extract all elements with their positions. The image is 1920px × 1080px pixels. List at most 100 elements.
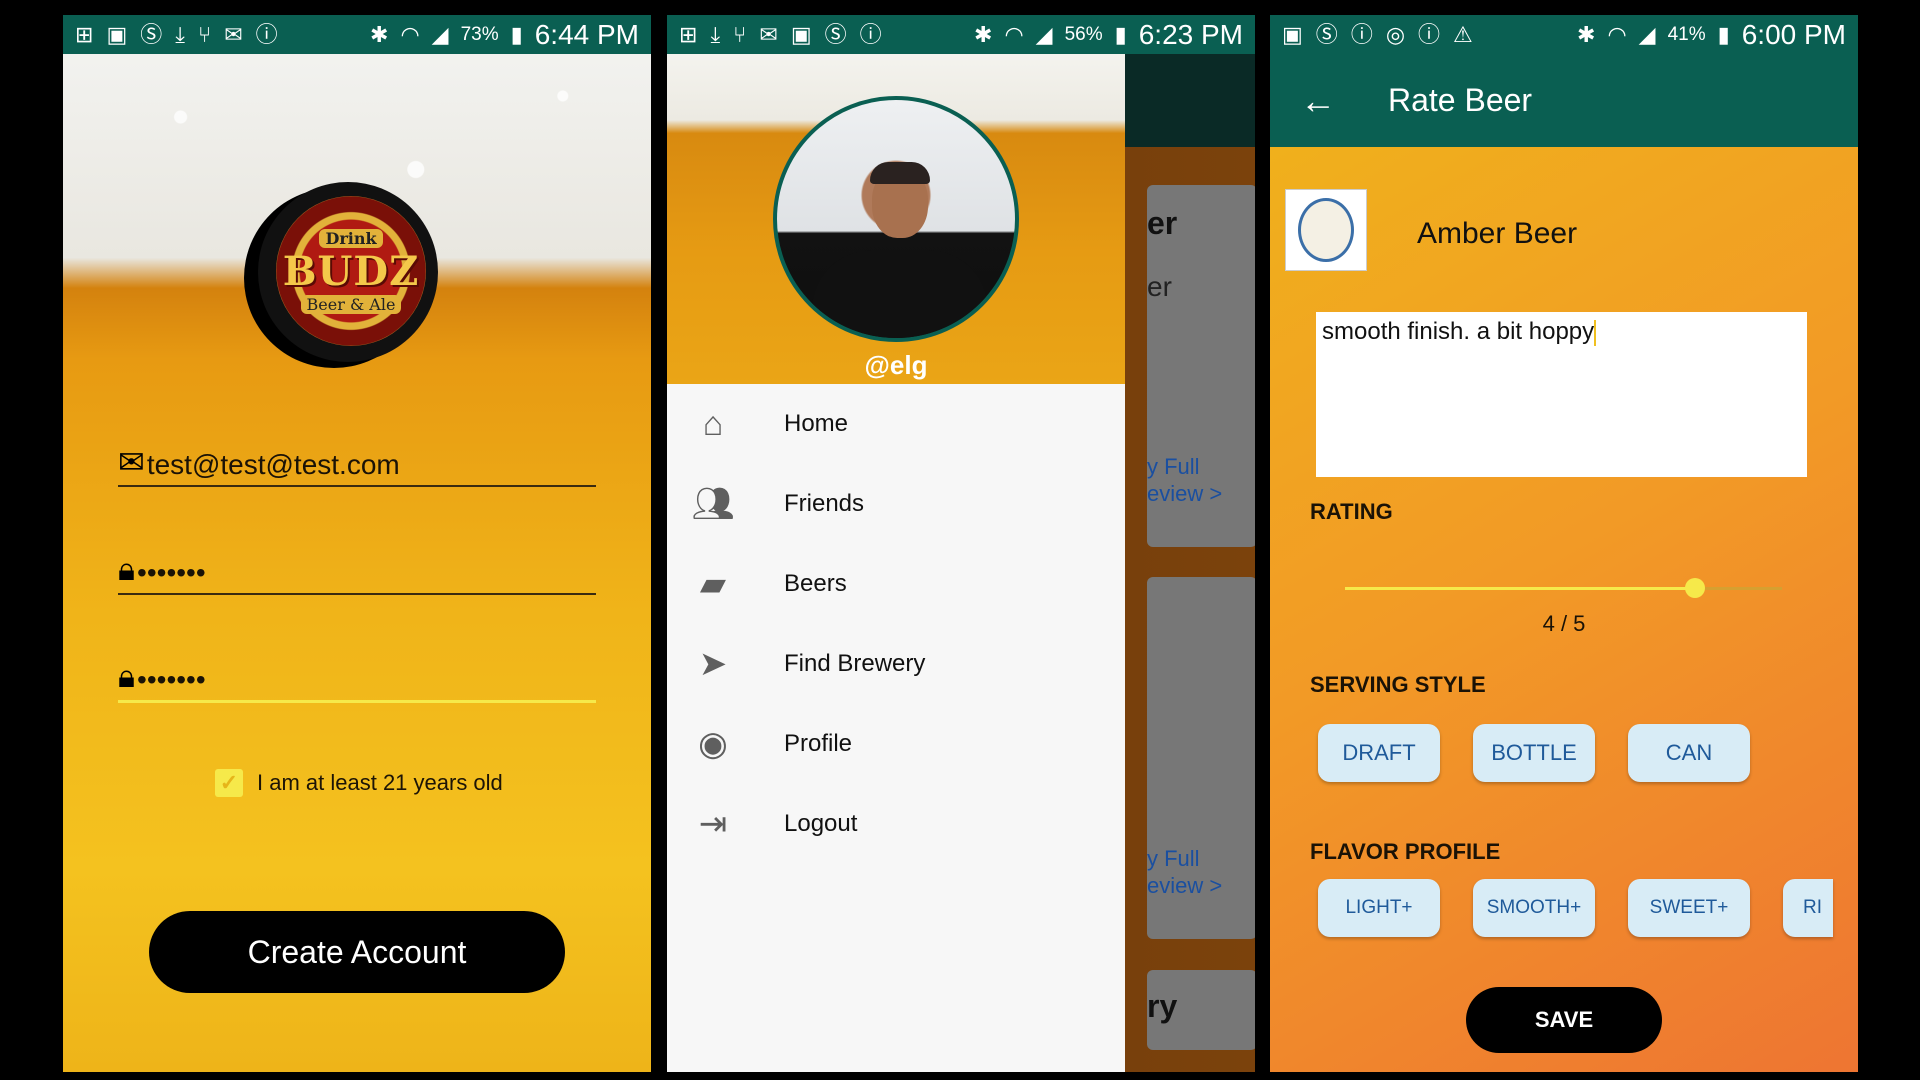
drawer-header: @elg [667, 54, 1125, 384]
card-title-fragment: ry [1147, 988, 1178, 1024]
download-icon: ⤓ [175, 21, 185, 47]
usb-icon: ⑂ [733, 21, 747, 47]
serving-option-can[interactable]: CAN [1628, 724, 1750, 782]
serving-option-draft[interactable]: DRAFT [1318, 724, 1440, 782]
email-value: test@test@test.com [146, 449, 400, 480]
beers-icon: ▰ [699, 565, 727, 603]
download-icon: ⤓ [710, 21, 721, 47]
signup-screen: ⊞ ▣ Ⓢ ⤓ ⑂ ✉ ⓘ ✱ ◠ ◢ 73% ▮ 6:44 PM Drink … [63, 15, 651, 1072]
bluetooth-icon: ✱ [1577, 21, 1596, 47]
image-icon: ▣ [1282, 21, 1303, 47]
text-cursor [1594, 319, 1597, 346]
rate-beer-screen: ▣ Ⓢ ⓘ ◎ ⓘ ⚠ ✱ ◠ ◢ 41% ▮ 6:00 PM ← Rate B… [1270, 15, 1858, 1072]
status-bar: ⊞ ⤓ ⑂ ✉ ▣ Ⓢ ⓘ ✱ ◠ ◢ 56% ▮ 6:23 PM [667, 15, 1255, 54]
mail-icon: ✉ [759, 21, 778, 47]
logout-icon: ⇥ [698, 805, 728, 843]
menu-item-profile[interactable]: ◉ Profile [667, 704, 1125, 784]
system-icons: ✱ ◠ ◢ 56% ▮ 6:23 PM [974, 19, 1243, 51]
rating-slider[interactable] [1345, 578, 1782, 598]
back-arrow-icon[interactable]: ← [1300, 80, 1336, 122]
battery-charging-icon: ▮ [1114, 21, 1127, 47]
beer-name: Amber Beer [1417, 217, 1578, 250]
add-notification-icon: ⊞ [75, 21, 94, 47]
underlying-card: ry [1147, 970, 1255, 1050]
logo-sub-text: Beer & Ale [300, 294, 402, 314]
confirm-password-value: ••••••• [137, 664, 206, 695]
rating-label: RATING [1310, 499, 1393, 524]
profile-icon: ◉ [698, 725, 728, 763]
lock-icon: 🔒︎ [118, 658, 136, 694]
bluetooth-icon: ✱ [974, 21, 993, 47]
menu-item-label: Find Brewery [784, 650, 926, 677]
page-title: Rate Beer [1388, 82, 1533, 118]
password-field[interactable]: 🔒︎ ••••••• [118, 549, 596, 595]
underlying-card: er er y Full eview > [1147, 185, 1255, 547]
rating-value: 4 / 5 [1542, 611, 1586, 636]
battery-percent: 56% [1064, 23, 1103, 45]
menu-item-friends[interactable]: 👥︎ Friends [667, 464, 1125, 544]
underlying-app-bar [1125, 54, 1255, 147]
app-s-icon: Ⓢ [1315, 21, 1338, 47]
lock-icon: 🔒︎ [118, 551, 136, 587]
confirm-password-field[interactable]: 🔒︎ ••••••• [118, 657, 596, 703]
logo-badge: Drink BUDZ Beer & Ale [276, 196, 426, 346]
password-value: ••••••• [137, 557, 206, 588]
flavor-profile-label: FLAVOR PROFILE [1310, 839, 1501, 864]
wifi-icon: ◠ [1607, 21, 1627, 47]
flavor-option-smooth[interactable]: SMOOTH+ [1473, 879, 1595, 937]
username: @elg [864, 350, 928, 380]
mail-icon: ✉ [224, 21, 243, 47]
app-s-icon: Ⓢ [140, 21, 163, 47]
logo-drink-text: Drink [319, 228, 383, 248]
card-link-fragment: eview > [1147, 481, 1223, 506]
usb-icon: ⑂ [197, 21, 212, 47]
serving-style-label: SERVING STYLE [1310, 672, 1486, 697]
flavor-option-sweet[interactable]: SWEET+ [1628, 879, 1750, 937]
battery-charging-icon: ▮ [1717, 21, 1730, 47]
add-notification-icon: ⊞ [679, 21, 698, 47]
clock: 6:23 PM [1138, 18, 1243, 50]
menu-item-label: Friends [784, 490, 865, 517]
save-button[interactable]: SAVE [1466, 987, 1662, 1053]
card-link-fragment: y Full [1147, 846, 1200, 871]
age-checkbox-label: I am at least 21 years old [257, 770, 503, 795]
image-icon: ▣ [106, 21, 128, 47]
app-s-icon: Ⓢ [824, 21, 847, 47]
mail-icon: ✉ [118, 444, 145, 480]
menu-item-find-brewery[interactable]: ➤ Find Brewery [667, 624, 1125, 704]
clock: 6:00 PM [1741, 18, 1846, 50]
signal-icon: ◢ [1035, 21, 1053, 47]
avatar-hair [870, 162, 930, 184]
notification-icons: ▣ Ⓢ ⓘ ◎ ⓘ ⚠ [1282, 21, 1473, 47]
serving-option-bottle[interactable]: BOTTLE [1473, 724, 1595, 782]
menu-item-beers[interactable]: ▰ Beers [667, 544, 1125, 624]
budz-logo: Drink BUDZ Beer & Ale [258, 182, 438, 362]
flavor-option-partial[interactable]: RI [1783, 879, 1833, 937]
create-account-button[interactable]: Create Account [149, 911, 565, 993]
age-confirm-row[interactable]: ✓ I am at least 21 years old [215, 769, 503, 797]
flavor-option-light[interactable]: LIGHT+ [1318, 879, 1440, 937]
notification-icons: ⊞ ▣ Ⓢ ⤓ ⑂ ✉ ⓘ [75, 21, 278, 47]
warning-icon: ⚠ [1453, 21, 1473, 47]
age-checkbox[interactable]: ✓ [215, 769, 243, 797]
menu-item-home[interactable]: ⌂ Home [667, 384, 1125, 464]
beer-label-image [1298, 198, 1354, 262]
alert-icon: ⓘ [255, 21, 278, 47]
menu-item-label: Beers [784, 570, 847, 597]
signal-icon: ◢ [431, 21, 449, 47]
menu-item-logout[interactable]: ⇥ Logout [667, 784, 1125, 864]
card-title-fragment: er [1147, 205, 1178, 241]
beer-label-thumbnail [1285, 189, 1367, 271]
status-bar: ⊞ ▣ Ⓢ ⤓ ⑂ ✉ ⓘ ✱ ◠ ◢ 73% ▮ 6:44 PM [63, 15, 651, 54]
email-field[interactable]: ✉ test@test@test.com [118, 441, 596, 487]
friends-icon: 👥︎ [691, 485, 735, 523]
review-textarea[interactable]: smooth finish. a bit hoppy [1316, 312, 1807, 477]
signal-icon: ◢ [1638, 21, 1656, 47]
status-bar: ▣ Ⓢ ⓘ ◎ ⓘ ⚠ ✱ ◠ ◢ 41% ▮ 6:00 PM [1270, 15, 1858, 54]
rating-slider-fill [1345, 587, 1695, 590]
battery-percent: 41% [1667, 23, 1706, 45]
rating-slider-thumb[interactable] [1684, 578, 1705, 598]
menu-item-label: Logout [784, 810, 858, 837]
avatar[interactable] [773, 96, 1019, 342]
logo-brand-text: BUDZ [282, 247, 420, 295]
